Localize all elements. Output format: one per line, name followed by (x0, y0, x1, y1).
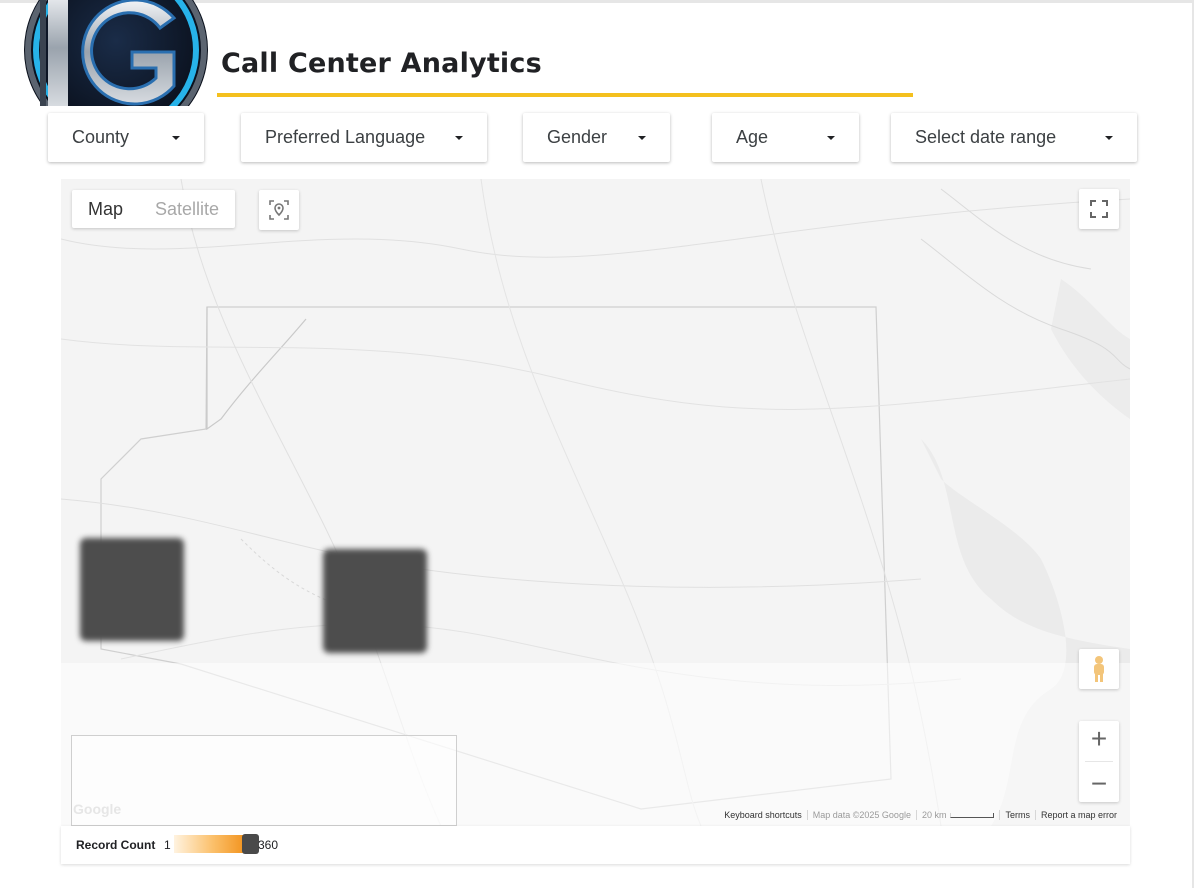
map-type-map-button[interactable]: Map (72, 190, 139, 228)
record-count-max-swatch (242, 834, 259, 854)
keyboard-shortcuts-link[interactable]: Keyboard shortcuts (719, 810, 807, 820)
map-type-satellite-button[interactable]: Satellite (139, 190, 235, 228)
pegman-icon[interactable] (1079, 649, 1119, 689)
date-range-filter[interactable]: Select date range (891, 113, 1137, 162)
terms-link[interactable]: Terms (999, 810, 1035, 820)
county-marker[interactable] (80, 538, 184, 641)
map-attribution: Keyboard shortcuts Map data ©2025 Google… (719, 810, 1122, 820)
preferred-language-filter-label: Preferred Language (265, 127, 426, 147)
zoom-divider (1085, 761, 1113, 762)
ig-logo-icon (24, 0, 208, 106)
gender-filter-label: Gender (547, 127, 608, 147)
scale-bar (950, 813, 995, 819)
chevron-down-icon (172, 135, 180, 140)
zoom-in-icon[interactable]: + (1091, 725, 1107, 753)
zoom-out-icon[interactable]: − (1091, 770, 1107, 798)
county-marker[interactable] (323, 549, 427, 653)
chevron-down-icon (827, 135, 835, 140)
chevron-down-icon (1105, 135, 1113, 140)
county-filter[interactable]: County (48, 113, 204, 162)
gender-filter[interactable]: Gender (523, 113, 670, 162)
report-map-error-link[interactable]: Report a map error (1034, 810, 1122, 820)
google-logo: Google (73, 801, 122, 817)
location-icon[interactable] (259, 190, 299, 230)
record-count-label: Record Count (76, 838, 156, 852)
chevron-down-icon (455, 135, 463, 140)
page-title: Call Center Analytics (221, 48, 542, 79)
age-filter-label: Age (736, 127, 769, 147)
map-scale[interactable]: 20 km (915, 810, 1000, 820)
record-count-min: 1 (164, 838, 171, 852)
map-scale-label: 20 km (921, 810, 947, 820)
preferred-language-filter[interactable]: Preferred Language (241, 113, 487, 162)
map-background (61, 179, 1130, 826)
map-type-control: Map Satellite (72, 190, 236, 228)
chevron-down-icon (638, 135, 646, 140)
record-count-gradient (174, 835, 246, 853)
map-overlay-box (71, 735, 457, 826)
county-filter-label: County (72, 127, 130, 147)
map-data-text: Map data ©2025 Google (806, 810, 916, 820)
title-underline (217, 93, 913, 97)
record-count-legend: Record Count 1 360 (61, 826, 1130, 864)
map-canvas[interactable]: Map Satellite + − Google Keyboard shortc… (61, 179, 1130, 826)
fullscreen-icon[interactable] (1079, 189, 1119, 229)
zoom-control: + − (1079, 721, 1119, 802)
date-range-filter-label: Select date range (915, 127, 1057, 147)
age-filter[interactable]: Age (712, 113, 859, 162)
record-count-max: 360 (258, 838, 279, 852)
